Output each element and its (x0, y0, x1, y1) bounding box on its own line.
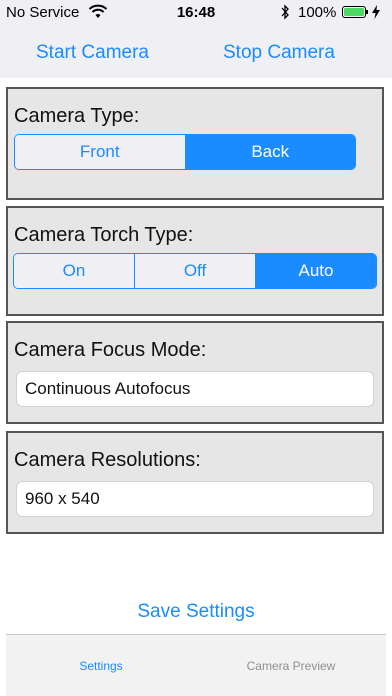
torch-auto[interactable]: Auto (256, 254, 376, 288)
resolution-label: Camera Resolutions: (14, 449, 201, 471)
tab-bar: Settings Camera Preview (6, 634, 386, 696)
start-camera-button[interactable]: Start Camera (36, 42, 149, 64)
battery-tip (366, 10, 368, 14)
battery-percent: 100% (298, 4, 337, 21)
focus-mode-field[interactable]: Continuous Autofocus (16, 371, 374, 407)
charging-bolt-icon (372, 5, 380, 19)
tab-settings[interactable]: Settings (6, 659, 196, 673)
torch-type-segmented: On Off Auto (13, 253, 377, 289)
focus-mode-label: Camera Focus Mode: (14, 339, 207, 361)
toolbar: Start Camera Stop Camera (0, 26, 392, 78)
status-bar: No Service 16:48 100% (0, 0, 392, 26)
resolution-field[interactable]: 960 x 540 (16, 481, 374, 517)
camera-type-panel: Camera Type: Front Back (6, 87, 384, 200)
stop-camera-button[interactable]: Stop Camera (223, 42, 335, 64)
torch-type-panel: Camera Torch Type: On Off Auto (6, 206, 384, 316)
bluetooth-icon (281, 4, 289, 20)
camera-type-label: Camera Type: (14, 105, 140, 127)
resolution-panel: Camera Resolutions: 960 x 540 (6, 431, 384, 534)
focus-mode-panel: Camera Focus Mode: Continuous Autofocus (6, 321, 384, 424)
torch-on[interactable]: On (14, 254, 135, 288)
tab-camera-preview[interactable]: Camera Preview (196, 659, 386, 673)
save-settings-button[interactable]: Save Settings (0, 601, 392, 623)
camera-type-back[interactable]: Back (185, 135, 355, 169)
camera-type-front[interactable]: Front (15, 135, 186, 169)
battery-icon (342, 6, 366, 18)
torch-off[interactable]: Off (135, 254, 256, 288)
camera-type-segmented: Front Back (14, 134, 356, 170)
torch-type-label: Camera Torch Type: (14, 224, 194, 246)
